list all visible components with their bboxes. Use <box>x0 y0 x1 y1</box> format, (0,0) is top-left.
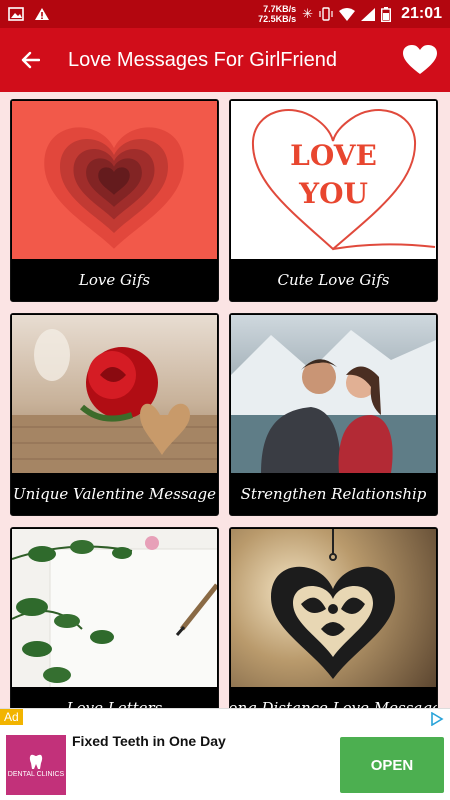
category-card-cute-love-gifs[interactable]: LOVE YOU Cute Love Gifs <box>229 99 438 302</box>
ad-logo: DENTAL CLINICS <box>6 735 66 795</box>
bluetooth-icon: ✳ <box>302 6 314 21</box>
category-label: Cute Love Gifs <box>277 271 390 289</box>
category-card-strengthen-relationship[interactable]: Strengthen Relationship <box>229 313 438 516</box>
category-label: Love Gifs <box>78 271 151 289</box>
ad-open-button[interactable]: OPEN <box>340 737 444 793</box>
wifi-icon <box>339 7 356 21</box>
network-speed: 7.7KB/s 72.5KB/s <box>258 4 296 24</box>
love-text: LOVE <box>290 139 377 172</box>
category-image <box>12 315 217 473</box>
ad-banner[interactable]: Ad DENTAL CLINICS Fixed Teeth in One Day… <box>0 708 450 800</box>
category-grid: Love Gifs LOVE YOU Cute Love Gifs Unique… <box>0 92 450 708</box>
you-text: YOU <box>299 177 368 210</box>
category-card-unique-valentine-message[interactable]: Unique Valentine Message <box>10 313 219 516</box>
category-label: Unique Valentine Message <box>13 485 216 503</box>
category-image <box>231 315 436 473</box>
ad-logo-text: DENTAL CLINICS <box>7 770 65 778</box>
page-title: Love Messages For GirlFriend <box>68 48 337 71</box>
category-image <box>231 529 436 687</box>
category-label: Long Distance Love Messages <box>229 699 438 708</box>
category-image <box>12 529 217 687</box>
signal-icon <box>361 7 376 21</box>
category-card-love-letters[interactable]: Love Letters <box>10 527 219 708</box>
status-bar: 7.7KB/s 72.5KB/s ✳ 21:01 <box>0 0 450 28</box>
category-label: Love Letters <box>66 699 163 708</box>
gallery-notification-icon <box>8 7 24 21</box>
vibrate-icon <box>319 7 333 21</box>
category-image <box>12 101 217 259</box>
app-bar: Love Messages For GirlFriend <box>0 28 450 92</box>
category-label: Strengthen Relationship <box>240 485 427 503</box>
favorite-button[interactable] <box>390 28 450 92</box>
arrow-left-icon <box>21 51 40 69</box>
category-card-love-gifs[interactable]: Love Gifs <box>10 99 219 302</box>
heart-icon <box>403 45 437 74</box>
warning-notification-icon <box>35 8 49 20</box>
net-down-text: 72.5KB/s <box>258 14 297 24</box>
ad-tag: Ad <box>0 709 23 725</box>
back-button[interactable] <box>0 28 60 92</box>
adchoices-icon[interactable] <box>430 712 444 726</box>
clock: 21:01 <box>401 5 442 22</box>
ad-title: Fixed Teeth in One Day <box>72 733 226 749</box>
tooth-icon <box>29 754 43 769</box>
battery-icon <box>381 6 392 22</box>
category-card-long-distance-love-messages[interactable]: Long Distance Love Messages <box>229 527 438 708</box>
category-image: LOVE YOU <box>231 101 436 259</box>
net-up-text: 7.7KB/s <box>263 4 297 14</box>
